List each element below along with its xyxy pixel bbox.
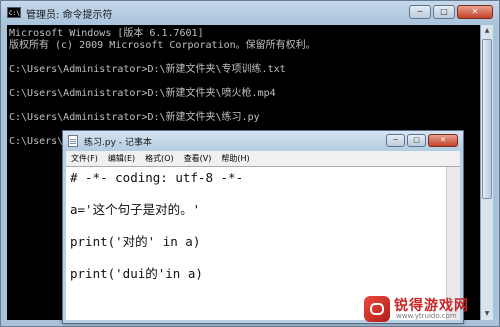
cmd-minimize-button[interactable]: ─ <box>409 5 431 19</box>
notepad-titlebar[interactable]: 练习.py - 记事本 ─ □ ✕ <box>63 131 463 151</box>
watermark-site-url: www.ytruido.com <box>396 312 457 320</box>
menu-edit[interactable]: 编辑(E) <box>103 153 140 164</box>
console-line: C:\Users\Administrator>D:\新建文件夹\练习.py <box>9 112 260 123</box>
notepad-app-icon <box>68 135 78 147</box>
notepad-maximize-button[interactable]: □ <box>407 134 426 147</box>
cmd-window-title: 管理员: 命令提示符 <box>26 10 113 21</box>
notepad-close-button[interactable]: ✕ <box>428 134 458 147</box>
notepad-menubar: 文件(F) 编辑(E) 格式(O) 查看(V) 帮助(H) <box>66 151 460 166</box>
console-line: Microsoft Windows [版本 6.1.7601] <box>9 28 204 39</box>
code-line: # -*- coding: utf-8 -*- <box>70 170 244 185</box>
notepad-window-controls: ─ □ ✕ <box>384 134 458 147</box>
cmd-close-button[interactable]: ✕ <box>457 5 493 19</box>
menu-help[interactable]: 帮助(H) <box>216 153 254 164</box>
console-line: C:\Users\Administrator>D:\新建文件夹\专项训练.txt <box>9 64 286 75</box>
gamepad-logo-icon <box>364 296 390 322</box>
scroll-thumb[interactable] <box>482 39 492 199</box>
cmd-vertical-scrollbar[interactable]: ▲ ▼ <box>480 25 493 320</box>
cmd-titlebar[interactable]: C:\ 管理员: 命令提示符 ─ □ ✕ <box>1 1 499 25</box>
cmd-app-icon: C:\ <box>7 7 21 18</box>
cmd-maximize-button[interactable]: □ <box>433 5 455 19</box>
site-watermark: 锐得游戏网 www.ytruido.com <box>364 295 494 323</box>
code-line: a='这个句子是对的。' <box>70 202 201 217</box>
code-line: print('dui的'in a) <box>70 266 203 281</box>
code-line: print('对的' in a) <box>70 234 201 249</box>
menu-view[interactable]: 查看(V) <box>179 153 217 164</box>
menu-file[interactable]: 文件(F) <box>66 153 103 164</box>
console-line: C:\Users\Administrator>D:\新建文件夹\喷火枪.mp4 <box>9 88 276 99</box>
menu-format[interactable]: 格式(O) <box>140 153 179 164</box>
cmd-window-controls: ─ □ ✕ <box>407 5 493 19</box>
scroll-up-arrow-icon[interactable]: ▲ <box>481 25 493 37</box>
console-line: 版权所有 (c) 2009 Microsoft Corporation。保留所有… <box>9 40 316 51</box>
notepad-window-title: 练习.py - 记事本 <box>84 138 152 148</box>
notepad-minimize-button[interactable]: ─ <box>386 134 405 147</box>
